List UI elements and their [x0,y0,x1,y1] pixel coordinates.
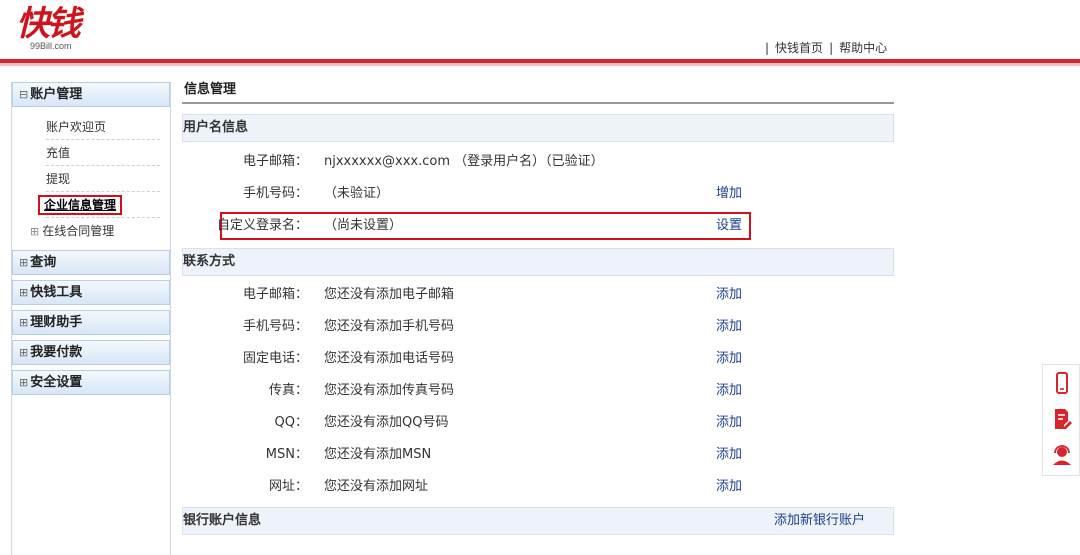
add-mobile-link[interactable]: 增加 [716,178,742,210]
collapse-icon: ⊟ [19,88,29,101]
row-label: 手机号码： [242,186,308,201]
header: 快钱 99Bill.com | 快钱首页 | 帮助中心 [0,0,1080,66]
menu-title: 查询 [30,255,57,270]
expand-icon: ⊞ [19,376,29,389]
contact-row: 网址： 您还没有添加网址 添加 [182,471,894,503]
sidebar-item-online-contract-label: 在线合同管理 [42,224,115,238]
set-login-name-link[interactable]: 设置 [716,210,742,242]
row-label: 自定义登录名： [216,218,308,233]
row-label: 网址： [268,479,308,494]
add-link[interactable]: 添加 [716,311,742,343]
sidebar-item-recharge[interactable]: 充值 [46,140,160,166]
menu-finance-assistant[interactable]: ⊞ 理财助手 [12,310,170,335]
row-label: 传真： [268,383,308,398]
separator: | [765,41,770,55]
expand-icon: ⊞ [19,346,29,359]
expand-icon: ⊞ [19,286,29,299]
contact-row: 电子邮箱： 您还没有添加电子邮箱 添加 [182,279,894,311]
menu-title: 账户管理 [30,87,83,102]
logo-subtext: 99Bill.com [30,41,72,51]
row-label: 电子邮箱： [242,287,308,302]
menu-account-management[interactable]: ⊟ 账户管理 [12,82,170,107]
section-title: 用户名信息 [183,120,249,135]
link-help-center[interactable]: 帮助中心 [839,41,887,55]
float-toolbar [1042,364,1080,476]
row-label: QQ： [274,415,308,430]
section-username-info: 用户名信息 [182,114,894,142]
row-value: 您还没有添加QQ号码 [324,415,449,430]
separator: | [829,41,834,55]
expand-icon: ⊞ [30,225,40,238]
row-label: 手机号码： [242,319,308,334]
add-link[interactable]: 添加 [716,375,742,407]
main-content: 信息管理 用户名信息 电子邮箱： njxxxxxx@xxx.com （登录用户名… [182,82,894,535]
expand-icon: ⊞ [19,256,29,269]
customer-service-icon[interactable] [1052,444,1072,466]
row-value: 您还没有添加传真号码 [324,383,455,398]
contact-row: 传真： 您还没有添加传真号码 添加 [182,375,894,407]
row-value: （未验证） [324,186,390,201]
add-bank-account-link[interactable]: 添加新银行账户 [774,508,865,534]
sidebar: ⊟ 账户管理 账户欢迎页 充值 提现 企业信息管理 ⊞ 在线合同管理 ⊞ 查询 ⊞ 快钱… [11,82,171,555]
row-value: 您还没有添加电子邮箱 [324,287,455,302]
row-value: 您还没有添加MSN [324,447,432,462]
info-row: 电子邮箱： njxxxxxx@xxx.com （登录用户名）（已验证） [182,146,894,178]
sidebar-item-enterprise-info[interactable]: 企业信息管理 [38,192,160,218]
info-row-custom-login: 自定义登录名： （尚未设置） 设置 [182,210,894,242]
sidebar-item-account-welcome[interactable]: 账户欢迎页 [46,114,160,140]
menu-tools[interactable]: ⊞ 快钱工具 [12,280,170,305]
edit-document-icon[interactable] [1052,408,1072,430]
add-link[interactable]: 添加 [716,343,742,375]
contact-row: 固定电话： 您还没有添加电话号码 添加 [182,343,894,375]
row-label: MSN： [265,447,308,462]
menu-title: 我要付款 [30,345,83,360]
row-value: （尚未设置） [324,218,403,233]
row-value: 您还没有添加手机号码 [324,319,455,334]
sidebar-item-withdraw[interactable]: 提现 [46,166,160,192]
row-label: 电子邮箱： [242,154,308,169]
menu-title: 快钱工具 [30,285,83,300]
section-title: 联系方式 [183,254,236,269]
submenu-account: 账户欢迎页 充值 提现 企业信息管理 ⊞ 在线合同管理 [12,112,170,250]
add-link[interactable]: 添加 [716,471,742,503]
contact-row: QQ： 您还没有添加QQ号码 添加 [182,407,894,439]
add-link[interactable]: 添加 [716,439,742,471]
contact-row: MSN： 您还没有添加MSN 添加 [182,439,894,471]
section-title: 银行账户信息 [183,513,262,528]
menu-payment[interactable]: ⊞ 我要付款 [12,340,170,365]
logo[interactable]: 快钱 99Bill.com [16,4,116,52]
row-value: njxxxxxx@xxx.com （登录用户名）（已验证） [324,154,604,169]
link-home[interactable]: 快钱首页 [775,41,823,55]
add-link[interactable]: 添加 [716,279,742,311]
row-label: 固定电话： [242,351,308,366]
info-row: 手机号码： （未验证） 增加 [182,178,894,210]
menu-title: 理财助手 [30,315,83,330]
menu-security[interactable]: ⊞ 安全设置 [12,370,170,395]
section-contact: 联系方式 [182,248,894,276]
header-divider-shadow [0,63,1080,66]
row-value: 您还没有添加电话号码 [324,351,455,366]
expand-icon: ⊞ [19,316,29,329]
top-links: | 快钱首页 | 帮助中心 [762,39,890,56]
contact-row: 手机号码： 您还没有添加手机号码 添加 [182,311,894,343]
page-title: 信息管理 [182,82,894,104]
phone-icon[interactable] [1052,372,1072,394]
section-bank-account: 银行账户信息 添加新银行账户 [182,507,894,535]
add-link[interactable]: 添加 [716,407,742,439]
sidebar-item-online-contract[interactable]: ⊞ 在线合同管理 [30,218,160,244]
row-value: 您还没有添加网址 [324,479,429,494]
menu-query[interactable]: ⊞ 查询 [12,250,170,275]
logo-text: 快钱 [16,4,81,44]
sidebar-item-enterprise-info-label: 企业信息管理 [38,195,123,215]
menu-title: 安全设置 [30,375,83,390]
